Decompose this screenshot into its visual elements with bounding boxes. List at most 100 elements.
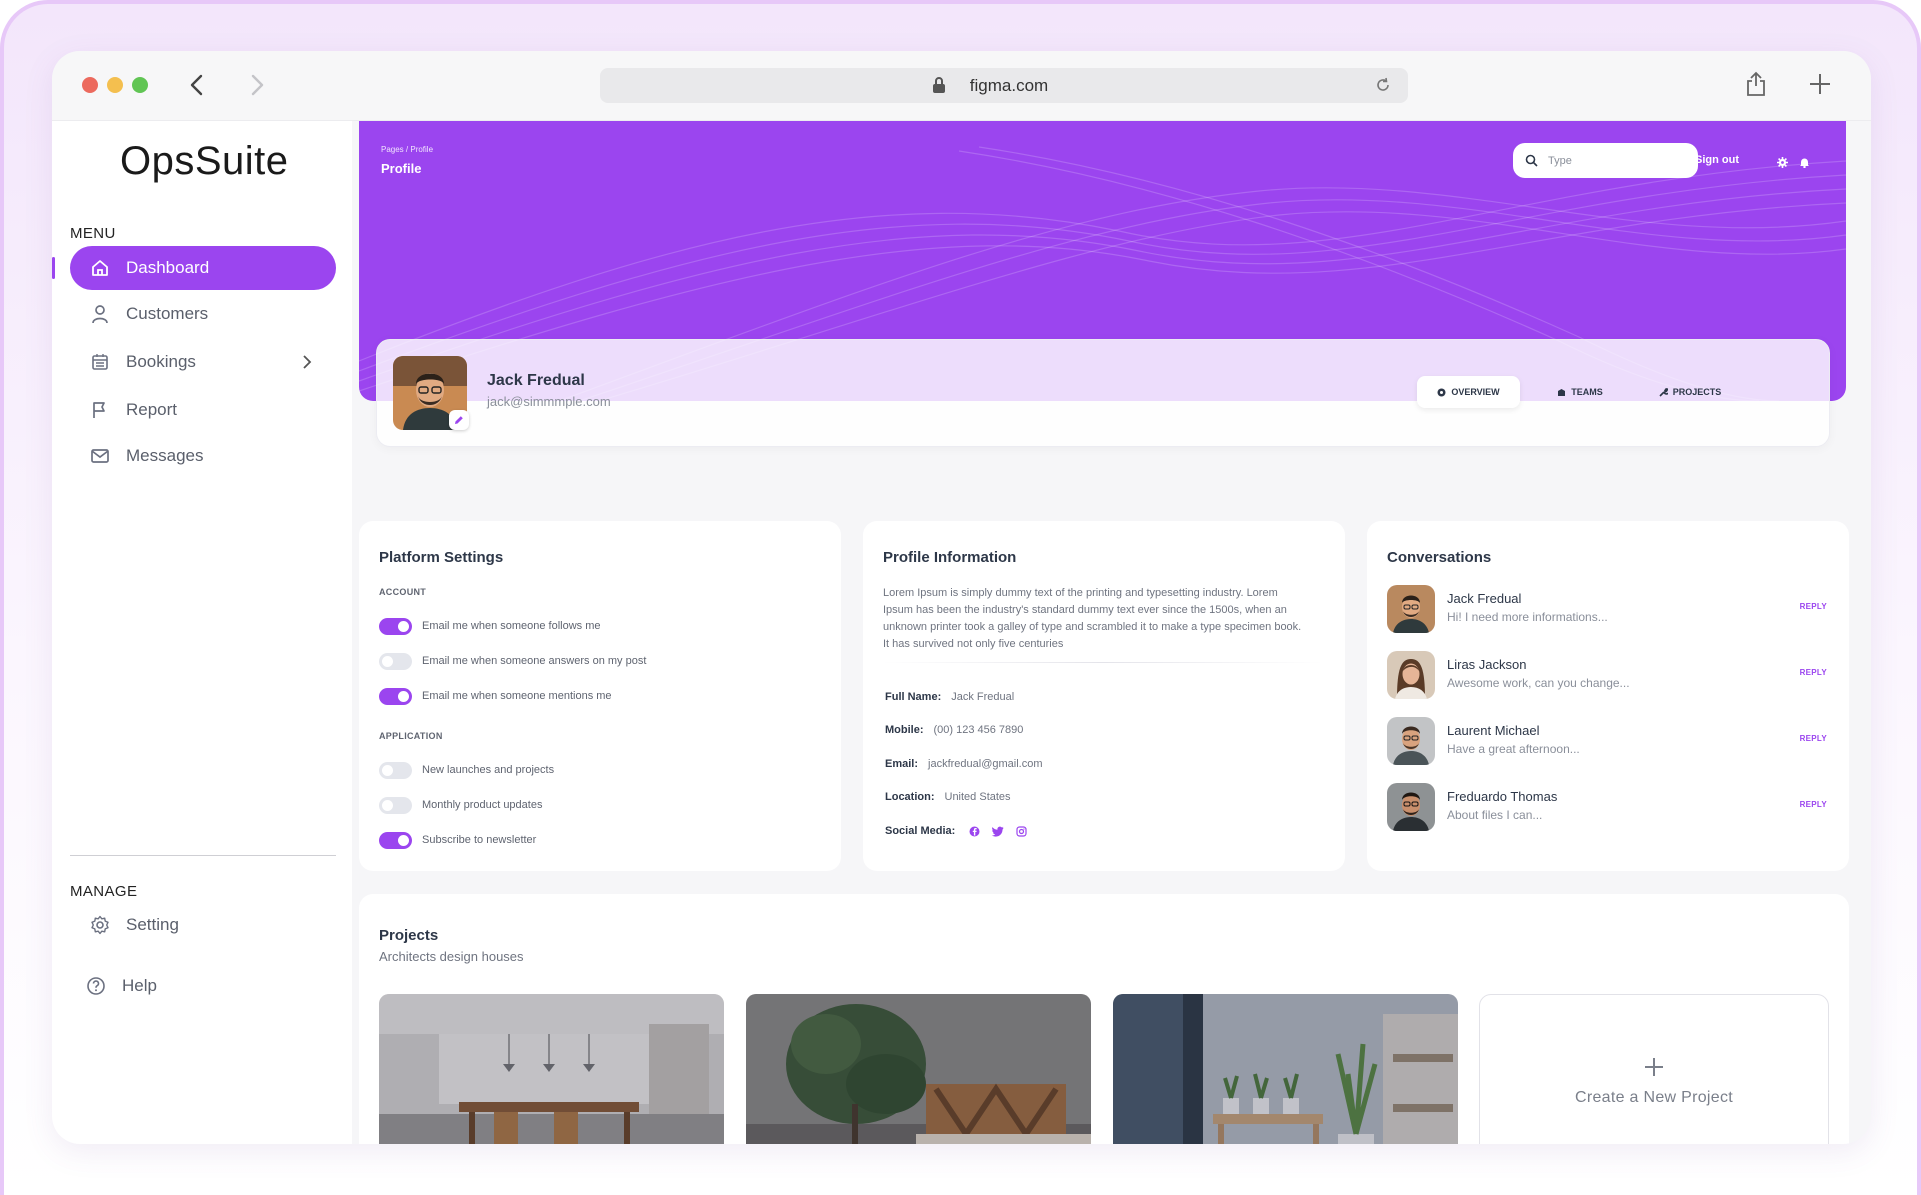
sidebar-divider xyxy=(70,855,336,856)
instagram-icon[interactable] xyxy=(1016,825,1027,837)
info-key: Full Name: xyxy=(885,691,942,703)
reply-button[interactable]: REPLY xyxy=(1800,668,1827,677)
info-value: jackfredual@gmail.com xyxy=(928,758,1043,770)
active-indicator xyxy=(52,257,55,279)
conversation-item[interactable]: Jack Fredual Hi! I need more information… xyxy=(1387,585,1827,633)
wrench-icon xyxy=(1659,387,1668,397)
reload-icon[interactable] xyxy=(1374,76,1392,99)
search-input[interactable]: Type xyxy=(1513,143,1698,178)
setting-label: Email me when someone mentions me xyxy=(422,690,612,702)
toggle-newsletter[interactable] xyxy=(379,831,412,849)
plus-icon xyxy=(1645,1058,1663,1076)
menu-section-title: MENU xyxy=(70,225,116,242)
profile-name: Jack Fredual xyxy=(487,372,585,389)
tab-overview[interactable]: OVERVIEW xyxy=(1417,376,1520,408)
toggle-follows[interactable] xyxy=(379,617,412,635)
sidebar-item-messages[interactable]: Messages xyxy=(70,434,336,478)
card-title: Conversations xyxy=(1387,549,1492,566)
facebook-icon[interactable] xyxy=(969,826,980,837)
conversation-message: Have a great afternoon... xyxy=(1447,742,1580,756)
search-placeholder: Type xyxy=(1548,154,1572,167)
tab-projects[interactable]: PROJECTS xyxy=(1635,376,1745,408)
profile-header-card: Jack Fredual jack@simmmple.com OVERVIEW … xyxy=(376,339,1830,447)
avatar xyxy=(1387,651,1435,699)
new-tab-icon[interactable] xyxy=(1807,71,1833,102)
edit-avatar-button[interactable] xyxy=(449,410,469,430)
sidebar-item-label: Report xyxy=(126,400,178,419)
sidebar-item-label: Help xyxy=(122,976,157,995)
conversation-item[interactable]: Laurent Michael Have a great afternoon..… xyxy=(1387,717,1827,765)
profile-email: jack@simmmple.com xyxy=(487,394,611,409)
tab-label: PROJECTS xyxy=(1672,387,1722,397)
reply-button[interactable]: REPLY xyxy=(1800,800,1827,809)
conversation-item[interactable]: Liras Jackson Awesome work, can you chan… xyxy=(1387,651,1827,699)
conversation-message: About files I can... xyxy=(1447,808,1543,822)
conversations-card: Conversations Jack Fredual Hi! I need mo… xyxy=(1367,521,1849,871)
bell-icon[interactable] xyxy=(1799,155,1810,173)
sign-out-button[interactable]: Sign out xyxy=(1681,154,1739,166)
avatar xyxy=(1387,783,1435,831)
pencil-icon xyxy=(455,416,463,424)
twitter-icon[interactable] xyxy=(992,826,1004,837)
address-bar[interactable]: figma.com xyxy=(600,68,1408,103)
sidebar-item-report[interactable]: Report xyxy=(70,388,336,432)
account-section-title: ACCOUNT xyxy=(379,587,427,597)
card-title: Platform Settings xyxy=(379,549,504,566)
profile-tabs: OVERVIEW TEAMS PROJECTS xyxy=(1417,376,1817,408)
avatar xyxy=(1387,585,1435,633)
sidebar: OpsSuite MENU Dashboard Customers Bookin… xyxy=(52,121,352,1144)
manage-section-title: MANAGE xyxy=(70,883,138,900)
project-image-living-room[interactable] xyxy=(746,994,1091,1144)
reply-button[interactable]: REPLY xyxy=(1800,734,1827,743)
card-subtitle: Architects design houses xyxy=(379,949,524,964)
main-content: Pages / Profile Profile Type Sign out Ja… xyxy=(352,121,1871,1144)
conversation-name: Laurent Michael xyxy=(1447,723,1540,738)
info-location: Location: United States xyxy=(885,791,1011,803)
sidebar-item-help[interactable]: Help xyxy=(70,964,336,1008)
minimize-window-button[interactable] xyxy=(107,77,123,93)
sidebar-item-customers[interactable]: Customers xyxy=(70,292,336,336)
sidebar-item-label: Customers xyxy=(126,304,209,323)
info-full-name: Full Name: Jack Fredual xyxy=(885,691,1014,703)
setting-row: Email me when someone mentions me xyxy=(379,687,612,705)
card-title: Projects xyxy=(379,927,439,944)
chevron-right-icon[interactable] xyxy=(302,354,312,375)
close-window-button[interactable] xyxy=(82,77,98,93)
url-text: figma.com xyxy=(969,75,1049,95)
reply-button[interactable]: REPLY xyxy=(1800,602,1827,611)
sidebar-item-label: Bookings xyxy=(126,352,196,371)
sidebar-item-bookings[interactable]: Bookings xyxy=(70,340,336,384)
setting-label: Email me when someone answers on my post xyxy=(422,655,647,667)
divider xyxy=(883,662,1323,663)
info-key: Email: xyxy=(885,758,919,770)
project-image-plants[interactable] xyxy=(1113,994,1458,1144)
mail-icon xyxy=(90,446,110,466)
toggle-launches[interactable] xyxy=(379,761,412,779)
info-key: Mobile: xyxy=(885,724,924,736)
sidebar-item-dashboard[interactable]: Dashboard xyxy=(70,246,336,290)
settings-gear-icon[interactable] xyxy=(1777,155,1788,173)
conversation-message: Awesome work, can you change... xyxy=(1447,676,1630,690)
share-icon[interactable] xyxy=(1745,71,1767,102)
back-arrow-icon[interactable] xyxy=(182,69,212,101)
tab-label: OVERVIEW xyxy=(1451,387,1500,397)
setting-row: New launches and projects xyxy=(379,761,554,779)
conversation-name: Jack Fredual xyxy=(1447,591,1522,606)
profile-information-card: Profile Information Lorem Ipsum is simpl… xyxy=(863,521,1345,871)
sidebar-item-setting[interactable]: Setting xyxy=(70,903,336,947)
toggle-monthly-updates[interactable] xyxy=(379,796,412,814)
breadcrumb: Pages / Profile xyxy=(381,145,434,154)
info-value: Jack Fredual xyxy=(951,691,1015,703)
forward-arrow-icon[interactable] xyxy=(242,69,272,101)
info-value: United States xyxy=(944,791,1011,803)
toggle-answers[interactable] xyxy=(379,652,412,670)
project-image-kitchen[interactable] xyxy=(379,994,724,1144)
setting-row: Subscribe to newsletter xyxy=(379,831,536,849)
create-project-button[interactable]: Create a New Project xyxy=(1479,994,1829,1144)
conversation-item[interactable]: Freduardo Thomas About files I can... RE… xyxy=(1387,783,1827,831)
maximize-window-button[interactable] xyxy=(132,77,148,93)
toggle-mentions[interactable] xyxy=(379,687,412,705)
setting-label: New launches and projects xyxy=(422,764,555,776)
brand-logo: OpsSuite xyxy=(120,139,289,183)
tab-teams[interactable]: TEAMS xyxy=(1535,376,1625,408)
